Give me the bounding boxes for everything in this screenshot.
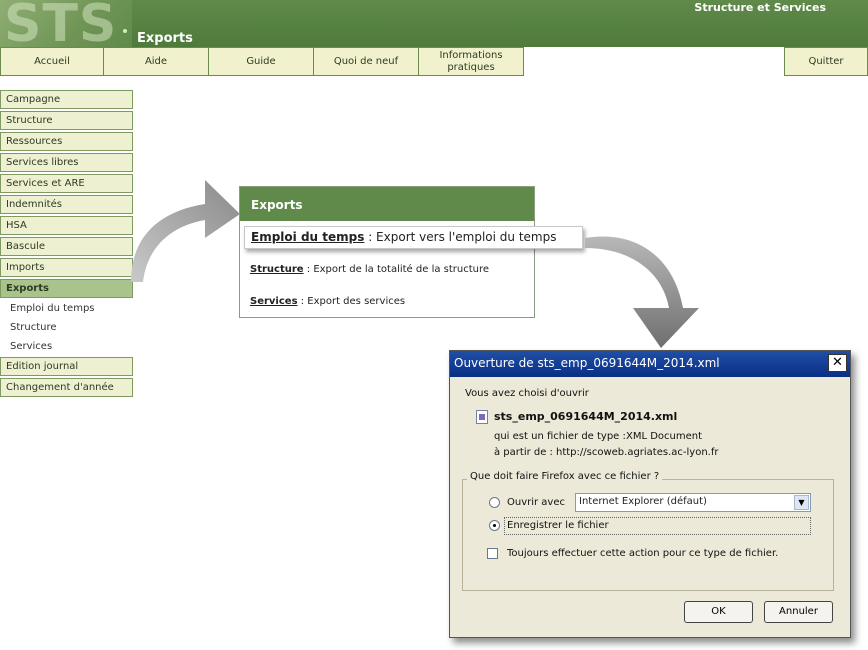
sidebar-item-edition-journal[interactable]: Edition journal (0, 357, 133, 376)
dialog-filename: sts_emp_0691644M_2014.xml (494, 410, 678, 423)
curved-arrow-right (585, 236, 699, 348)
sidebar-item-bascule[interactable]: Bascule (0, 237, 133, 256)
nav-quoi-de-neuf[interactable]: Quoi de neuf (313, 47, 419, 76)
sidebar-subitem-emploi-du-temps[interactable]: Emploi du temps (10, 303, 95, 314)
sidebar-subitem-services[interactable]: Services (10, 341, 52, 352)
open-with-radio[interactable] (489, 497, 500, 508)
nav-guide[interactable]: Guide (208, 47, 314, 76)
save-file-radio[interactable] (489, 520, 500, 531)
dialog-title: Ouverture de sts_emp_0691644M_2014.xml (454, 356, 720, 370)
sidebar-item-services-et-are[interactable]: Services et ARE (0, 174, 133, 193)
ok-button[interactable]: OK (684, 601, 753, 623)
sidebar-item-structure[interactable]: Structure (0, 111, 133, 130)
export-services-link[interactable]: Services (250, 296, 298, 307)
export-structure-desc: : Export de la totalité de la structure (306, 264, 490, 275)
action-question: Que doit faire Firefox avec ce fichier ? (467, 471, 663, 482)
header: STS Exports Structure et Services (0, 0, 868, 47)
always-do-checkbox[interactable] (487, 548, 498, 559)
logo-text: STS (4, 0, 118, 47)
close-icon[interactable]: ✕ (828, 354, 847, 372)
page-title: Exports (137, 31, 193, 46)
export-row-emploi-du-temps: Emploi du temps : Export vers l'emploi d… (244, 226, 583, 249)
cancel-button[interactable]: Annuler (764, 601, 833, 623)
sts-logo: STS (0, 0, 132, 47)
dialog-intro: Vous avez choisi d'ouvrir (465, 388, 589, 399)
export-structure-link[interactable]: Structure (250, 264, 304, 275)
sidebar-item-changement-d-annee[interactable]: Changement d'année (0, 378, 133, 397)
nav-informations-pratiques[interactable]: Informations pratiques (418, 47, 524, 76)
sidebar-item-services-libres[interactable]: Services libres (0, 153, 133, 172)
nav-accueil[interactable]: Accueil (0, 47, 104, 76)
nav-aide[interactable]: Aide (103, 47, 209, 76)
export-emploi-du-temps-link[interactable]: Emploi du temps (251, 230, 364, 244)
app-title: Structure et Services (694, 1, 826, 14)
always-do-label[interactable]: Toujours effectuer cette action pour ce … (507, 548, 778, 559)
open-with-label: Ouvrir avec (507, 497, 565, 508)
dialog-from-label: à partir de : (494, 447, 553, 458)
chevron-down-icon[interactable]: ▼ (794, 495, 809, 510)
export-row-services: Services : Export des services (250, 296, 405, 307)
sidebar-subitem-structure[interactable]: Structure (10, 322, 57, 333)
xml-file-icon (476, 410, 488, 424)
save-file-label[interactable]: Enregistrer le fichier (507, 520, 609, 531)
export-services-desc: : Export des services (300, 296, 406, 307)
sidebar-item-imports[interactable]: Imports (0, 258, 133, 277)
open-with-label-text: Ouvrir avec (507, 497, 566, 508)
sidebar-item-hsa[interactable]: HSA (0, 216, 133, 235)
sidebar-item-ressources[interactable]: Ressources (0, 132, 133, 151)
sidebar-item-exports[interactable]: Exports (0, 279, 133, 298)
sidebar-item-campagne[interactable]: Campagne (0, 90, 133, 109)
dialog-type-label: qui est un fichier de type : (494, 431, 626, 442)
sidebar-item-indemnites[interactable]: Indemnités (0, 195, 133, 214)
curved-arrow-left (131, 180, 240, 282)
export-emploi-du-temps-desc: : Export vers l'emploi du temps (368, 230, 557, 244)
logo-dot (123, 29, 127, 33)
nav-quitter[interactable]: Quitter (784, 47, 868, 76)
dialog-type-value: XML Document (626, 431, 703, 442)
open-with-app-select[interactable]: Internet Explorer (défaut) ▼ (575, 493, 811, 512)
dialog-from-value: http://scoweb.agriates.ac-lyon.fr (556, 447, 719, 458)
exports-panel-title: Exports (240, 187, 534, 221)
export-row-structure: Structure : Export de la totalité de la … (250, 264, 489, 275)
open-with-app-value: Internet Explorer (défaut) (579, 496, 707, 507)
dialog-title-bar: Ouverture de sts_emp_0691644M_2014.xml ✕ (450, 351, 850, 377)
